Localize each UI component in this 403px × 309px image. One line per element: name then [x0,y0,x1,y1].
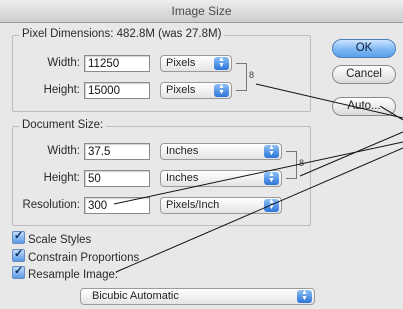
cancel-button[interactable]: Cancel [332,65,396,84]
popup-arrows-icon: ▲ ▼ [214,56,229,70]
pixel-link-bracket [236,63,247,91]
doc-width-unit-select[interactable]: Inches ▲ ▼ [160,143,282,160]
checkbox-checked-icon [12,247,25,262]
chain-link-icon: 8 [249,70,255,80]
dialog-title: Image Size [171,4,232,18]
resample-image-checkbox[interactable]: Resample Image: [12,264,119,281]
pixel-dimensions-legend: Pixel Dimensions: 482.8M (was 27.8M) [19,28,225,40]
pixel-height-unit-text: Pixels [166,84,196,96]
pixel-width-unit-text: Pixels [166,57,196,69]
callout-line-doc-link [299,131,403,177]
resample-image-label: Resample Image: [28,269,119,281]
image-size-dialog: Image Size Pixel Dimensions: 482.8M (was… [0,0,403,309]
popup-arrows-icon: ▲ ▼ [297,289,312,303]
pixel-width-label: Width: [47,57,80,69]
scale-styles-label: Scale Styles [28,234,92,246]
popup-arrows-icon: ▲ ▼ [264,198,279,212]
document-size-legend: Document Size: [19,119,107,131]
doc-height-label: Height: [43,172,80,184]
resolution-unit-text: Pixels/Inch [166,199,220,211]
constrain-proportions-label: Constrain Proportions [28,252,140,264]
resolution-unit-select[interactable]: Pixels/Inch ▲ ▼ [160,197,282,214]
screenshot: Image Size Pixel Dimensions: 482.8M (was… [0,0,403,309]
resample-method-text: Bicubic Automatic [92,290,179,302]
resolution-input[interactable]: 300 [84,197,150,214]
doc-height-input[interactable]: 50 [84,170,150,187]
popup-arrows-icon: ▲ ▼ [264,144,279,158]
pixel-width-input[interactable]: 11250 [84,55,150,72]
title-bar: Image Size [0,0,403,23]
doc-height-unit-text: Inches [166,172,199,184]
constrain-proportions-checkbox[interactable]: Constrain Proportions [12,247,140,264]
doc-link-bracket [286,151,297,179]
chain-link-icon: 8 [299,158,305,168]
doc-height-unit-select[interactable]: Inches ▲ ▼ [160,170,282,187]
pixel-height-label: Height: [43,84,80,96]
pixel-height-unit-select[interactable]: Pixels ▲ ▼ [160,82,232,99]
checkbox-checked-icon [12,229,25,244]
doc-width-input[interactable]: 37.5 [84,143,150,160]
checkbox-checked-icon [12,264,25,279]
ok-button[interactable]: OK [332,39,396,58]
popup-arrows-icon: ▲ ▼ [214,83,229,97]
pixel-dimensions-group [12,35,311,112]
doc-width-label: Width: [47,145,80,157]
auto-button[interactable]: Auto... [332,97,396,116]
pixel-width-unit-select[interactable]: Pixels ▲ ▼ [160,55,232,72]
resample-method-select[interactable]: Bicubic Automatic ▲ ▼ [80,288,315,305]
popup-arrows-icon: ▲ ▼ [264,171,279,185]
resolution-label: Resolution: [22,199,80,211]
scale-styles-checkbox[interactable]: Scale Styles [12,229,92,246]
doc-width-unit-text: Inches [166,145,199,157]
pixel-height-input[interactable]: 15000 [84,82,150,99]
